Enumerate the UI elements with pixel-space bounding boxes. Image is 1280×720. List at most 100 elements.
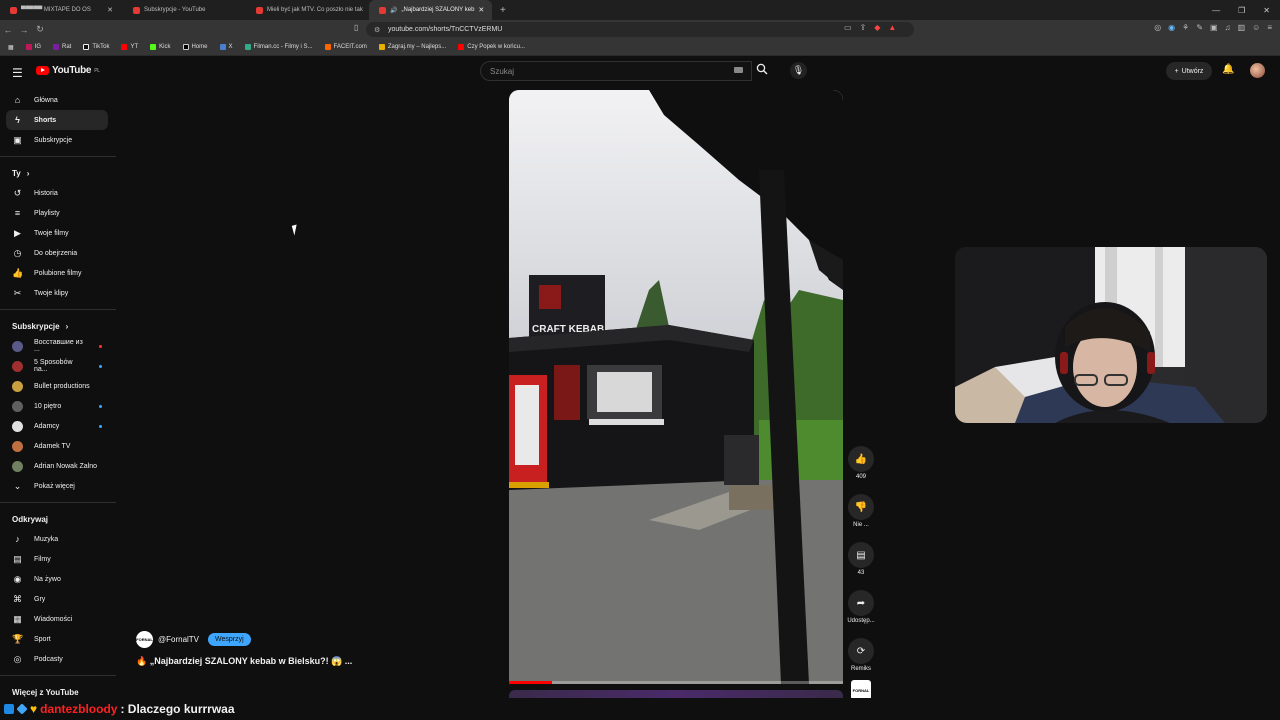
rat-icon [53, 44, 60, 50]
close-icon[interactable]: ✕ [478, 6, 484, 14]
share-icon[interactable]: ⇪ [860, 23, 867, 32]
sidebar-item-music[interactable]: ♪ Muzyka [6, 529, 108, 549]
channel-name[interactable]: @FornalTV [158, 635, 199, 644]
reload-icon[interactable]: ↻ [32, 24, 48, 35]
sidebar-item-channel[interactable]: Adrian Nowak Zalno [6, 456, 108, 476]
sidebar-item-your-videos[interactable]: ▶ Twoje filmy [6, 223, 108, 243]
bookmark-item[interactable]: X [219, 44, 233, 50]
profile-icon[interactable]: ☺ [1252, 23, 1260, 32]
trophy-icon: 🏆 [12, 633, 24, 644]
forward-icon[interactable]: → [16, 25, 32, 35]
sidebar-item-podcasts[interactable]: ◎ Podcasty [6, 649, 108, 669]
sidebar-item-liked[interactable]: 👍 Polubione filmy [6, 263, 108, 283]
extension-icon[interactable]: ▲ [888, 23, 896, 32]
short-video-player[interactable]: CRAFT KEBAB [509, 90, 843, 684]
install-icon[interactable]: ▭ [844, 23, 852, 32]
site-info-icon[interactable]: ⚙ [374, 26, 380, 34]
sidebar-item-clips[interactable]: ✂ Twoje klipy [6, 283, 108, 303]
sidebar-item-label: Główna [34, 96, 58, 104]
sidebar-item-channel[interactable]: Adamcy [6, 416, 108, 436]
search-input[interactable]: Szukaj [480, 61, 752, 81]
apps-icon[interactable]: ▦ [8, 44, 14, 51]
bell-icon[interactable]: 🔔 [1222, 64, 1234, 75]
sidebar-heading-subscriptions[interactable]: Subskrypcje › [0, 316, 116, 336]
browser-tab[interactable]: ▀▀▀▀▀ MIXTAPE DO OS ✕ [0, 0, 123, 20]
video-progress-bar[interactable] [509, 681, 843, 684]
close-window-icon[interactable]: ✕ [1263, 6, 1270, 15]
restore-icon[interactable]: ❐ [1238, 6, 1245, 15]
sidebar-item-channel[interactable]: Adamek TV [6, 436, 108, 456]
url-field[interactable]: ⚙ youtube.com/shorts/TnCCTVzERMU [366, 22, 914, 37]
minimize-icon[interactable]: — [1212, 6, 1220, 15]
like-button[interactable]: 👍 [848, 446, 874, 472]
extension-icon[interactable]: ▣ [1210, 23, 1218, 32]
sidebar-item-channel[interactable]: 5 Sposobów na... [6, 356, 108, 376]
bookmark-label: Filman.cc - Filmy i S... [253, 44, 313, 50]
menu-icon[interactable]: ≡ [1267, 23, 1272, 32]
heading-label: Więcej z YouTube [12, 687, 79, 697]
heart-icon: ♥ [30, 702, 38, 716]
search-icon[interactable] [756, 63, 768, 78]
sidebar-item-sport[interactable]: 🏆 Sport [6, 629, 108, 649]
remix-button[interactable]: ⟳ [848, 638, 874, 664]
bookmark-item[interactable]: FACEIT.com [324, 44, 367, 50]
bookmark-item[interactable]: Home [182, 44, 208, 50]
sidebar-item-channel[interactable]: Bullet productions [6, 376, 108, 396]
sound-channel-thumbnail[interactable]: FORNAL [851, 680, 871, 700]
short-title[interactable]: 🔥 „Najbardziej SZALONY kebab w Bielsku?!… [136, 656, 352, 667]
news-icon: ▦ [13, 613, 22, 624]
media-icon[interactable]: ♫ [1225, 23, 1231, 32]
close-icon[interactable]: ✕ [107, 6, 113, 14]
channel-avatar[interactable]: FORNAL [136, 631, 153, 648]
create-button[interactable]: + Utwórz [1166, 62, 1212, 80]
microphone-icon[interactable]: 🎙 [790, 62, 807, 79]
sidebar-item-live[interactable]: ◉ Na żywo [6, 569, 108, 589]
share-button[interactable]: ➦ [848, 590, 874, 616]
extension-icon[interactable]: ◉ [1168, 23, 1175, 32]
browser-tab[interactable]: Mieli być jak MTV. Co poszło nie tak [246, 0, 369, 20]
extension-icon[interactable]: ✎ [1196, 23, 1203, 32]
bookmark-item[interactable]: Zagraj.my – Najleps... [378, 44, 446, 50]
sidebar-item-news[interactable]: ▦ Wiadomości [6, 609, 108, 629]
comments-button[interactable]: ▤ [848, 542, 874, 568]
sidebar-item-films[interactable]: ▤ Filmy [6, 549, 108, 569]
sidebar-heading-you[interactable]: Ty › [0, 163, 116, 183]
sidebar-icon[interactable]: ▥ [1238, 23, 1246, 32]
sidebar-item-shorts[interactable]: ϟ Shorts [6, 110, 108, 130]
sidebar-item-home[interactable]: ⌂ Główna [6, 90, 108, 110]
support-button[interactable]: Wesprzyj [208, 633, 251, 646]
bookmark-icon[interactable]: ▯ [354, 23, 358, 32]
bookmark-label: IG [34, 44, 42, 50]
sidebar-item-watch-later[interactable]: ◷ Do obejrzenia [6, 243, 108, 263]
bookmark-item[interactable]: Kick [150, 44, 171, 50]
keyboard-icon[interactable] [734, 67, 743, 73]
bookmark-item[interactable]: TikTok [83, 44, 109, 50]
sidebar-item-channel[interactable]: Восставшие из ... [6, 336, 108, 356]
sidebar-item-playlists[interactable]: ≡ Playlisty [6, 203, 108, 223]
sidebar-item-subscriptions[interactable]: ▣ Subskrypcje [6, 130, 108, 150]
bookmark-item[interactable]: IG [25, 44, 42, 50]
extension-icon[interactable]: ◆ [874, 23, 880, 32]
audio-icon[interactable]: 🔊 [390, 7, 397, 14]
browser-tab[interactable]: Subskrypcje - YouTube [123, 0, 246, 20]
sidebar-item-history[interactable]: ↺ Historia [6, 183, 108, 203]
bookmark-item[interactable]: Czy Popek w końcu... [458, 44, 525, 50]
divider [0, 309, 116, 310]
hamburger-menu-icon[interactable]: ☰ [12, 66, 23, 80]
extension-icon[interactable]: ◎ [1154, 23, 1161, 32]
avatar[interactable] [1250, 63, 1265, 78]
bookmark-item[interactable]: Filman.cc - Filmy i S... [244, 44, 313, 50]
badge-icon [16, 703, 28, 715]
browser-tab-active[interactable]: 🔊 „Najbardziej SZALONY keb ✕ [369, 0, 492, 20]
new-tab-button[interactable]: + [492, 5, 514, 16]
back-icon[interactable]: ← [0, 25, 16, 35]
dislike-button[interactable]: 👎 [848, 494, 874, 520]
bookmark-item[interactable]: YT [121, 44, 138, 50]
extension-icon[interactable]: ⚘ [1182, 23, 1189, 32]
sidebar-item-gaming[interactable]: ⌘ Gry [6, 589, 108, 609]
show-more-button[interactable]: ⌄ Pokaż więcej [6, 476, 108, 496]
sidebar-item-channel[interactable]: 10 piętro [6, 396, 108, 416]
bookmark-item[interactable]: Rat [53, 44, 71, 50]
youtube-logo[interactable]: YouTube PL [36, 65, 100, 76]
share-arrow-icon: ➦ [856, 597, 866, 609]
